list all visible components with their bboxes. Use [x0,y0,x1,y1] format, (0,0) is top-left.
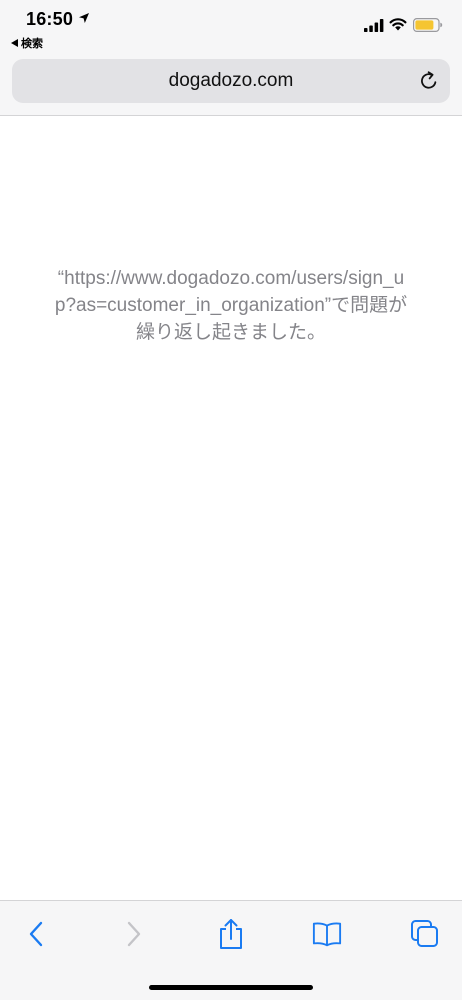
cellular-signal-icon [364,19,384,32]
back-to-app-label: 検索 [21,38,43,50]
chevron-right-icon [127,921,141,947]
bookmarks-button[interactable] [312,919,342,949]
back-button[interactable] [21,919,51,949]
home-indicator [149,985,313,990]
book-icon [312,922,342,947]
tabs-button[interactable] [410,919,440,949]
back-to-app-button[interactable]: 検索 [11,35,43,51]
share-button[interactable] [216,919,246,949]
status-time: 16:50 [26,9,74,29]
back-triangle-icon [11,39,18,47]
wifi-icon [389,18,407,31]
error-message: “https://www.dogadozo.com/users/sign_up?… [54,268,408,343]
forward-button[interactable] [119,919,149,949]
location-arrow-icon [79,13,89,23]
address-url: dogadozo.com [168,70,294,91]
tabs-icon [411,920,438,947]
share-icon [220,919,242,949]
battery-icon [413,18,443,32]
top-chrome: 16:50 検索 dogadozo.com [0,0,462,116]
reload-icon[interactable] [418,70,440,92]
address-bar[interactable]: dogadozo.com [12,59,450,103]
chevron-left-icon [29,921,43,947]
